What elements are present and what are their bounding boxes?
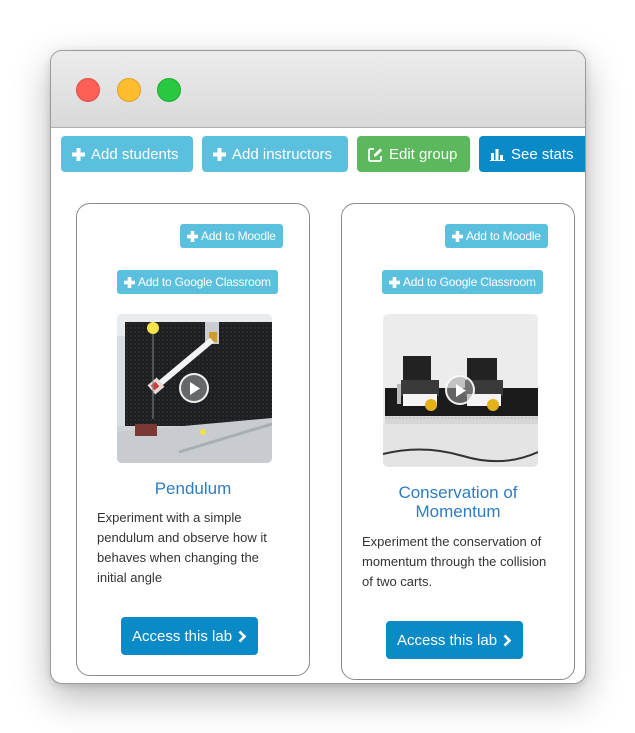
- add-students-button[interactable]: Add students: [61, 136, 193, 172]
- title-bar: [51, 51, 585, 128]
- momentum-thumbnail[interactable]: [383, 314, 538, 467]
- close-button[interactable]: [76, 78, 100, 102]
- chevron-right-icon: [503, 634, 512, 647]
- add-to-moodle-button[interactable]: Add to Moodle: [445, 224, 548, 248]
- add-to-moodle-button[interactable]: Add to Moodle: [180, 224, 283, 248]
- add-to-google-classroom-label: Add to Google Classroom: [138, 275, 271, 289]
- pendulum-thumbnail[interactable]: [117, 314, 272, 463]
- browser-window: Add students Add instructors Edit group: [50, 50, 586, 684]
- plus-icon: [452, 230, 463, 242]
- lab-description: Experiment with a simple pendulum and ob…: [97, 510, 267, 585]
- edit-group-label: Edit group: [389, 145, 458, 163]
- play-icon[interactable]: [179, 373, 209, 403]
- plus-icon: [72, 147, 85, 161]
- add-to-moodle-label: Add to Moodle: [466, 229, 541, 243]
- add-to-moodle-label: Add to Moodle: [201, 229, 276, 243]
- access-lab-label: Access this lab: [132, 627, 233, 645]
- maximize-button[interactable]: [157, 78, 181, 102]
- access-lab-label: Access this lab: [397, 631, 498, 649]
- add-to-google-classroom-label: Add to Google Classroom: [403, 275, 536, 289]
- lab-description: Experiment the conservation of momentum …: [362, 534, 547, 589]
- edit-group-button[interactable]: Edit group: [357, 136, 470, 172]
- play-icon[interactable]: [445, 375, 475, 405]
- lab-title-pendulum[interactable]: Pendulum: [77, 479, 309, 498]
- plus-icon: [124, 276, 135, 288]
- lab-title-momentum[interactable]: Conservation of Momentum: [342, 483, 574, 521]
- see-stats-label: See stats: [511, 145, 574, 163]
- add-instructors-button[interactable]: Add instructors: [202, 136, 348, 172]
- plus-icon: [389, 276, 400, 288]
- minimize-button[interactable]: [117, 78, 141, 102]
- lab-card-momentum: Add to Moodle Add to Google Classroom Co…: [341, 203, 575, 680]
- access-lab-button[interactable]: Access this lab: [121, 617, 259, 655]
- add-students-label: Add students: [91, 145, 179, 163]
- bar-chart-icon: [490, 147, 505, 161]
- lab-card-pendulum: Add to Moodle Add to Google Classroom Pe…: [76, 203, 310, 676]
- plus-icon: [213, 147, 226, 161]
- chevron-right-icon: [238, 630, 247, 643]
- add-to-google-classroom-button[interactable]: Add to Google Classroom: [117, 270, 278, 294]
- group-toolbar: Add students Add instructors Edit group: [51, 128, 585, 178]
- add-to-google-classroom-button[interactable]: Add to Google Classroom: [382, 270, 543, 294]
- access-lab-button[interactable]: Access this lab: [386, 621, 524, 659]
- see-stats-button[interactable]: See stats: [479, 136, 585, 172]
- add-instructors-label: Add instructors: [232, 145, 333, 163]
- plus-icon: [187, 230, 198, 242]
- edit-icon: [368, 147, 383, 162]
